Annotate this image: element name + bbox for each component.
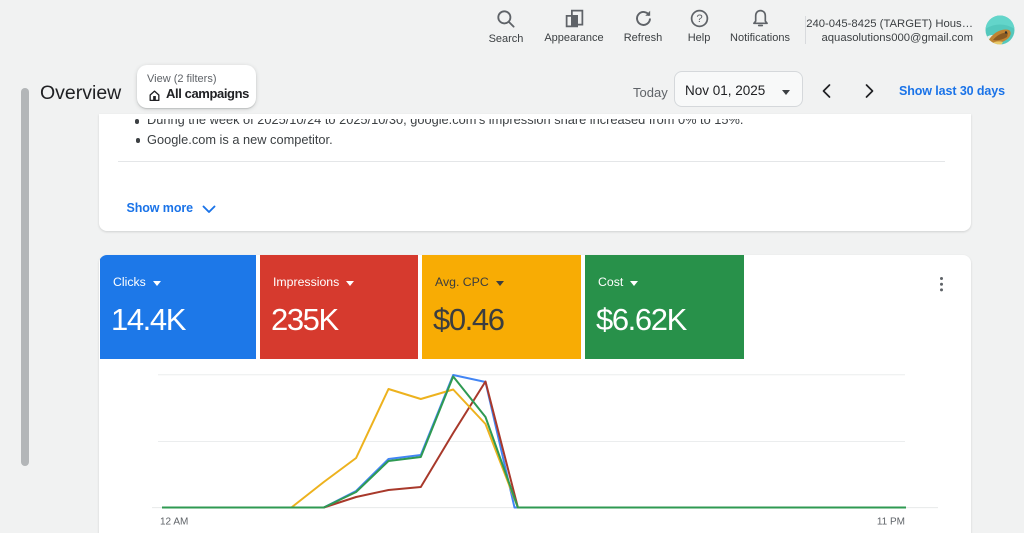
svg-text:?: ? (696, 13, 702, 25)
svg-text:12 AM: 12 AM (160, 517, 188, 528)
svg-text:11 PM: 11 PM (877, 517, 905, 528)
